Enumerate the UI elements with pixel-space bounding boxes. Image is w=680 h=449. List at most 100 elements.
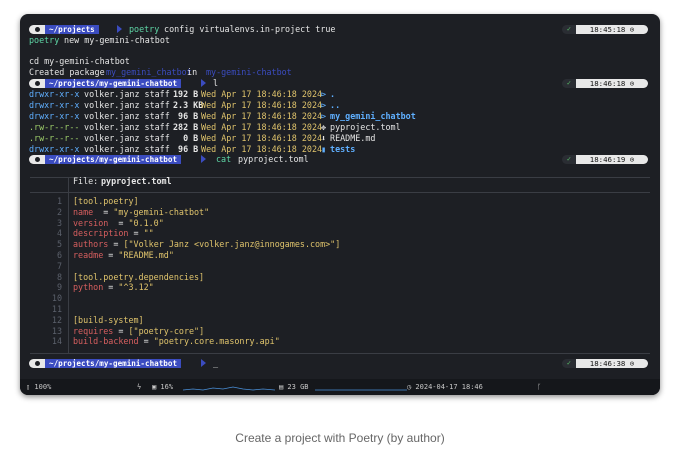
prompt-line-2: ~/projects/my-gemini-chatbot l ✓ 18:46:1… [20, 78, 660, 89]
prompt-line-1: ~/projects poetry config virtualenvs.in-… [20, 24, 660, 35]
status-bar: ▯ 100% ϟ ▣ 16% ▤ 23 GB ◷ 2024-04-17 18:4… [20, 379, 660, 395]
prompt-directory: ~/projects/my-gemini-chatbot [45, 79, 182, 88]
code-token: = [93, 206, 114, 217]
file-line: 8 [tool.poetry.dependencies] [20, 272, 660, 283]
created-mid: in [182, 67, 203, 77]
line-number: 4 [56, 228, 62, 239]
ls-row: drwxr-xr-x volker.janz staff 2.3 KB Wed … [20, 100, 660, 111]
ls-row: .rw-r--r-- volker.janz staff 282 B Wed A… [20, 122, 660, 133]
line-number: 5 [56, 239, 62, 250]
cpu-sparkline [183, 386, 275, 391]
code-token: ["Volker Janz <volker.janz@innogames.com… [123, 239, 341, 250]
code-text: [tool.poetry] [73, 196, 139, 207]
code-token: build-backend [73, 336, 139, 347]
file-line: 14 build-backend = "poetry.core.masonry.a… [20, 336, 660, 347]
line-number: 1 [56, 196, 62, 206]
ls-permissions: .rw-r--r-- [29, 133, 80, 143]
output-line: cd my-gemini-chatbot [20, 56, 660, 67]
code-token: "^3.12" [118, 282, 154, 293]
code-text: readme = "README.md" [73, 250, 174, 261]
output-line: poetry new my-gemini-chatbot [20, 35, 660, 46]
ls-date: Wed Apr 17 18:46:18 2024 [196, 122, 328, 132]
code-token: = [113, 325, 129, 336]
file-divider-header [30, 192, 650, 193]
line-number: 10 [51, 293, 62, 304]
code-token: python [73, 282, 104, 293]
prompt-time: 18:46:38 ⊙ [576, 359, 648, 368]
line-number: 13 [51, 325, 62, 336]
code-token: readme [73, 250, 104, 260]
code-text: python = "^3.12" [73, 282, 154, 293]
ls-owner: volker.janz staff [79, 133, 175, 143]
code-token: = [108, 217, 129, 228]
code-token: "README.md" [118, 250, 174, 260]
status-ok-icon: ✓ [562, 155, 576, 164]
prompt-time: 18:46:18 ⊙ [576, 79, 648, 88]
code-token: [tool.poetry.dependencies] [73, 271, 205, 282]
file-line: 9 python = "^3.12" [20, 282, 660, 293]
file-line: 5 authors = ["Volker Janz <volker.janz@in… [20, 239, 660, 250]
code-token: "my-gemini-chatbot" [113, 206, 210, 217]
code-token: [build-system] [73, 314, 144, 325]
file-line: 4 description = "" [20, 228, 660, 239]
file-line: 11 [20, 304, 660, 315]
ls-owner: volker.janz staff [79, 100, 175, 110]
file-line: 7 [20, 261, 660, 272]
code-token: = [108, 239, 124, 250]
ls-name: README.md [325, 133, 376, 143]
code-text: name = "my-gemini-chatbot" [73, 207, 209, 218]
ls-name: my_gemini_chatbot [325, 111, 416, 121]
file-divider-bottom [30, 353, 650, 354]
ls-owner: volker.janz staff [79, 89, 175, 99]
ls-permissions: drwxr-xr-x [29, 100, 80, 110]
created-dir: my-gemini-chatbot [206, 67, 292, 77]
command-args: new my-gemini-chatbot [59, 35, 170, 45]
file-line: 1 [tool.poetry] [20, 196, 660, 207]
prompt-line-4[interactable]: ~/projects/my-gemini-chatbot _ ✓ 18:46:3… [20, 358, 660, 369]
file-name: pyproject.toml [101, 176, 172, 186]
ls-date: Wed Apr 17 18:46:18 2024 [196, 89, 328, 99]
code-text: requires = ["poetry-core"] [73, 326, 204, 337]
file-label: File: [73, 176, 104, 186]
ls-row: drwxr-xr-x volker.janz staff 96 B Wed Ap… [20, 111, 660, 122]
code-token: ["poetry-core"] [128, 325, 205, 336]
code-text: [build-system] [73, 315, 144, 326]
ls-name: pyproject.toml [325, 122, 401, 132]
prompt-arrow-icon [117, 25, 122, 33]
code-token: "" [143, 228, 154, 239]
created-prefix: Created package [29, 67, 110, 77]
command-input[interactable]: _ [208, 358, 218, 369]
prompt-arrow-icon [201, 359, 206, 367]
prompt-arrow-icon [201, 155, 206, 163]
code-text: [tool.poetry.dependencies] [73, 272, 204, 283]
prompt-directory: ~/projects [45, 25, 99, 34]
line-number: 9 [56, 282, 62, 293]
apple-icon [29, 25, 45, 34]
ls-name: .. [325, 100, 341, 110]
code-text: version = "0.1.0" [73, 218, 164, 229]
ls-permissions: drwxr-xr-x [29, 89, 80, 99]
file-line: 13 requires = ["poetry-core"] [20, 326, 660, 337]
code-text: description = "" [73, 228, 154, 239]
code-token: = [103, 250, 119, 260]
command-text: l [208, 78, 219, 88]
battery-indicator: ▯ 100% [26, 383, 52, 391]
prompt-line-3: ~/projects/my-gemini-chatbot cat pyproje… [20, 154, 660, 165]
code-token: [tool.poetry] [73, 196, 139, 206]
ls-row: drwxr-xr-x volker.janz staff 192 B Wed A… [20, 89, 660, 100]
ls-owner: volker.janz staff [79, 111, 175, 121]
code-token: requires [73, 325, 114, 336]
command-program: cat [216, 154, 232, 164]
apple-icon [29, 79, 45, 88]
line-number: 3 [56, 217, 62, 228]
ls-owner: volker.janz staff [79, 122, 175, 132]
terminal-window[interactable]: ~/projects poetry config virtualenvs.in-… [20, 14, 660, 395]
prompt-time: 18:46:19 ⊙ [576, 155, 648, 164]
line-number: 14 [51, 336, 62, 347]
status-ok-icon: ✓ [562, 25, 576, 34]
code-token: description [73, 228, 129, 239]
created-package: my_gemini_chatbot [106, 67, 192, 77]
command-text: cd my-gemini-chatbot [29, 56, 130, 66]
file-header: File: pyproject.toml [20, 176, 660, 187]
file-line: 3 version = "0.1.0" [20, 218, 660, 229]
